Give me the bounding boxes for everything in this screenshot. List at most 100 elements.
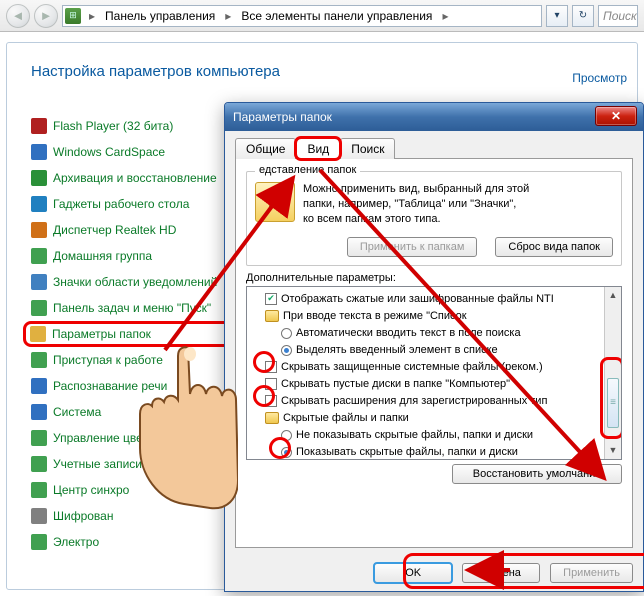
reset-folders-button[interactable]: Сброс вида папок [495,237,613,257]
cp-item[interactable]: Управление цветом [27,425,237,451]
cp-item[interactable]: Панель задач и меню "Пуск" [27,295,237,321]
tab-view[interactable]: Вид [296,138,340,159]
dialog-titlebar[interactable]: Параметры папок ✕ [225,103,643,131]
cp-item[interactable]: Диспетчер Realtek HD [27,217,237,243]
chevron-right-icon: ▸ [83,6,101,26]
tree-node[interactable]: Скрывать пустые диски в папке "Компьютер… [251,376,619,393]
annotation-highlight [600,357,622,439]
cp-item-label: Диспетчер Realtek HD [53,223,176,237]
cp-item[interactable]: Электро [27,529,237,555]
scroll-down-icon[interactable]: ▼ [605,442,621,459]
apply-to-folders-button[interactable]: Применить к папкам [347,237,478,257]
group-label: едставление папок [255,164,360,176]
breadcrumb[interactable]: ⊞ ▸ Панель управления ▸ Все элементы пан… [62,5,542,27]
annotation-circle [269,437,291,459]
group-text: папки, например, "Таблица" или "Значки", [303,198,516,210]
tree-node[interactable]: Выделять введенный элемент в списке [251,342,619,359]
advanced-tree[interactable]: ✔Отображать сжатые или зашифрованные фай… [246,286,622,460]
cp-item[interactable]: Распознавание речи [27,373,237,399]
tree-label: Выделять введенный элемент в списке [296,342,498,359]
cp-item[interactable]: Flash Player (32 бита) [27,113,237,139]
folder-options-icon [30,326,46,342]
tree-node-show-hidden[interactable]: Показывать скрытые файлы, папки и диски [251,444,619,460]
cp-item-label: Панель задач и меню "Пуск" [53,301,211,315]
radio-icon[interactable] [281,328,292,339]
refresh-button[interactable]: ↻ [572,5,594,27]
close-button[interactable]: ✕ [595,106,637,126]
cp-item[interactable]: Шифрован [27,503,237,529]
tree-node-hide-protected[interactable]: Скрывать защищенные системные файлы (рек… [251,359,619,376]
cp-item[interactable]: Домашняя группа [27,243,237,269]
dialog-tabs: Общие Вид Поиск [235,137,633,158]
cp-item-folder-options[interactable]: Параметры папок [23,321,237,347]
tree-node[interactable]: Автоматически вводить текст в поле поиск… [251,325,619,342]
cp-item[interactable]: Система [27,399,237,425]
cp-item-list: Flash Player (32 бита) Windows CardSpace… [27,113,237,555]
view-by-link[interactable]: Просмотр [572,71,627,85]
cp-item-label: Приступая к работе [53,353,163,367]
search-placeholder: Поиск [603,9,637,23]
radio-icon[interactable] [281,345,292,356]
tray-icon [31,274,47,290]
tree-node[interactable]: ✔Отображать сжатые или зашифрованные фай… [251,291,619,308]
cp-item[interactable]: Значки области уведомлений [27,269,237,295]
cp-item-label: Центр синхро [53,483,129,497]
folder-icon [265,310,279,322]
annotation-circle [253,351,275,373]
search-input[interactable]: Поиск [598,5,638,27]
folder-large-icon [255,182,295,222]
cp-item-label: Электро [53,535,99,549]
nav-forward-button[interactable]: ► [34,4,58,28]
folder-view-group: едставление папок Можно применить вид, в… [246,171,622,266]
annotation-highlight [403,553,644,589]
cp-item[interactable]: Центр синхро [27,477,237,503]
tree-label: Скрывать пустые диски в папке "Компьютер… [281,376,510,393]
tree-label: Показывать скрытые файлы, папки и диски [296,444,518,460]
nav-back-button[interactable]: ◄ [6,4,30,28]
cp-item[interactable]: Windows CardSpace [27,139,237,165]
group-text: ко всем папкам этого типа. [303,213,441,225]
tree-label: Скрывать расширения для зарегистрированн… [281,393,547,410]
cp-item-label: Система [53,405,101,419]
gadgets-icon [31,196,47,212]
annotation-circle [253,385,275,407]
tab-search[interactable]: Поиск [340,138,395,159]
tree-node-hide-extensions[interactable]: Скрывать расширения для зарегистрированн… [251,393,619,410]
cp-item-label: Учетные записи [53,457,142,471]
cp-item-label: Значки области уведомлений [53,275,217,289]
chevron-right-icon: ▸ [219,6,237,26]
breadcrumb-seg-1[interactable]: Панель управления [101,6,219,26]
tree-node[interactable]: Не показывать скрытые файлы, папки и дис… [251,427,619,444]
tree-node[interactable]: Скрытые файлы и папки [251,410,619,427]
color-mgmt-icon [31,430,47,446]
restore-defaults-button[interactable]: Восстановить умолчания [452,464,622,484]
backup-icon [31,170,47,186]
cp-item-label: Гаджеты рабочего стола [53,197,189,211]
sync-icon [31,482,47,498]
checkbox-icon[interactable]: ✔ [265,293,277,305]
control-panel-icon: ⊞ [65,8,81,24]
tree-label: Не показывать скрытые файлы, папки и дис… [296,427,533,444]
bitlocker-icon [31,508,47,524]
chevron-right-icon: ▸ [436,6,454,26]
folder-options-dialog: Параметры папок ✕ Общие Вид Поиск едстав… [224,102,644,592]
tab-general[interactable]: Общие [235,138,296,159]
realtek-icon [31,222,47,238]
power-icon [31,534,47,550]
address-bar: ◄ ► ⊞ ▸ Панель управления ▸ Все элементы… [0,0,644,32]
scroll-up-icon[interactable]: ▲ [605,287,621,304]
breadcrumb-dropdown-button[interactable]: ▾ [546,5,568,27]
flash-icon [31,118,47,134]
cp-item-label: Домашняя группа [53,249,152,263]
tree-node[interactable]: При вводе текста в режиме "Список [251,308,619,325]
cp-item-label: Шифрован [53,509,113,523]
tree-label: Скрытые файлы и папки [283,410,409,427]
dialog-title-text: Параметры папок [233,110,332,124]
cp-item[interactable]: Гаджеты рабочего стола [27,191,237,217]
breadcrumb-seg-2[interactable]: Все элементы панели управления [237,6,436,26]
cp-item[interactable]: Учетные записи [27,451,237,477]
cp-item[interactable]: Архивация и восстановление [27,165,237,191]
cp-item[interactable]: Приступая к работе [27,347,237,373]
getting-started-icon [31,352,47,368]
users-icon [31,456,47,472]
